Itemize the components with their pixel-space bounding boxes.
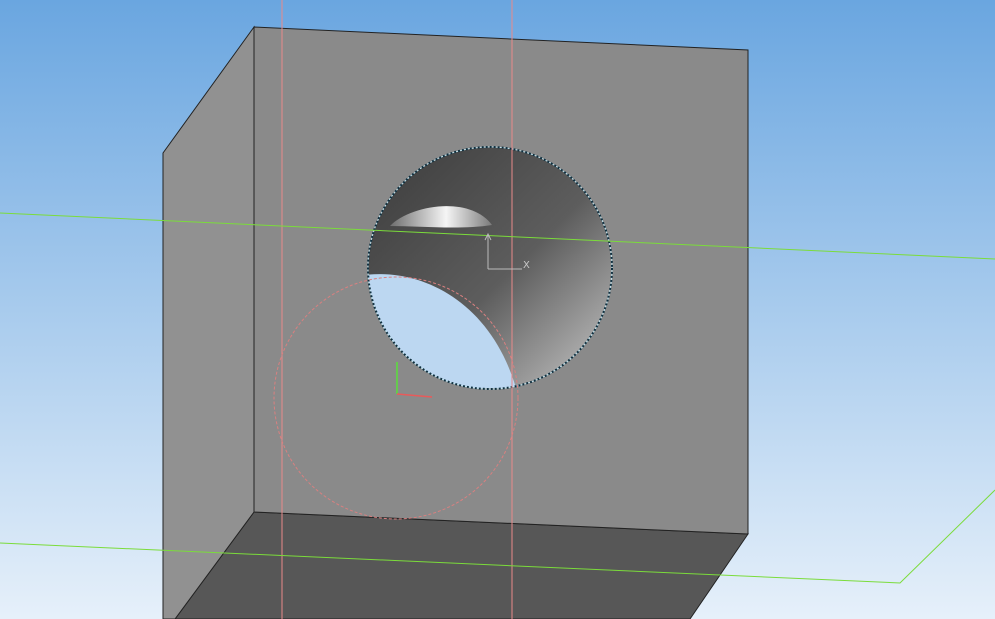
cad-3d-viewport[interactable]: X <box>0 0 995 619</box>
scene-canvas[interactable]: X <box>0 0 995 619</box>
axis-x-label: X <box>523 260 530 271</box>
